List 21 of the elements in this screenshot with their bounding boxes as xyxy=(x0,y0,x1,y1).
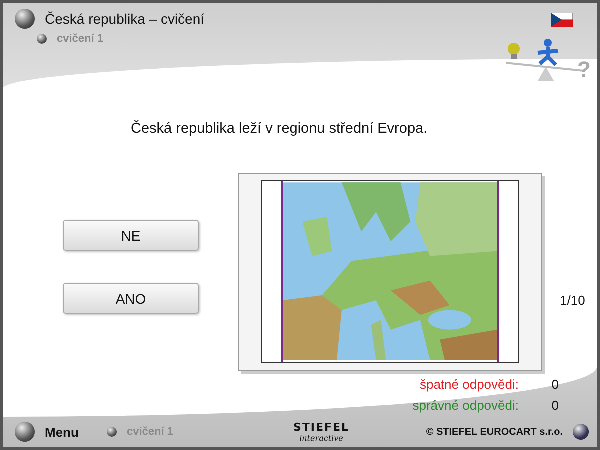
logo-tagline: interactive xyxy=(300,434,344,443)
score-label: špatné odpovědi: xyxy=(418,377,519,392)
score-value: 0 xyxy=(550,398,559,413)
score-value: 0 xyxy=(550,377,559,392)
menu-button[interactable]: Menu xyxy=(45,424,79,440)
flag-icon[interactable] xyxy=(551,13,573,27)
bullet-icon xyxy=(106,427,117,437)
logo-text: STIEFEL xyxy=(293,421,350,434)
bullet-icon xyxy=(37,34,47,44)
answer-button[interactable]: ANO xyxy=(63,283,199,314)
answer-button[interactable]: NE xyxy=(63,220,199,251)
exercise-label: cvičení 1 xyxy=(126,426,174,438)
bullet-icon xyxy=(15,9,35,29)
exercise-label: cvičení 1 xyxy=(57,33,104,45)
copyright-text: © STIEFEL EUROCART s.r.o. xyxy=(426,426,563,438)
question-text: Česká republika leží v regionu střední Evropa. xyxy=(131,121,429,137)
page-title: Česká republika – cvičení xyxy=(45,11,205,27)
menu-icon[interactable] xyxy=(15,422,35,442)
next-icon[interactable] xyxy=(573,424,589,440)
score-label: správné odpovědi: xyxy=(412,398,519,413)
question-counter: 1/10 xyxy=(560,293,586,308)
